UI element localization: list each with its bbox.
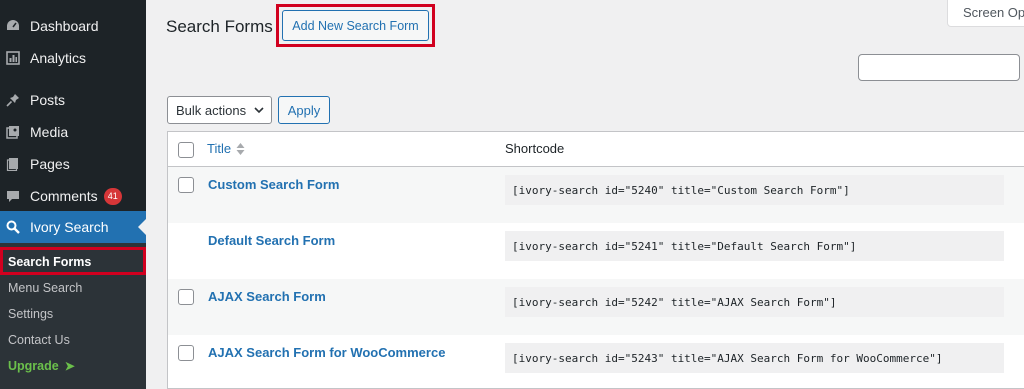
chevron-down-icon bbox=[254, 107, 264, 114]
search-forms-table: Title Shortcode Custom Search Form [ivor… bbox=[167, 131, 1024, 389]
sidebar-item-label: Analytics bbox=[30, 50, 87, 66]
table-row: Default Search Form [ivory-search id="52… bbox=[168, 223, 1024, 279]
shortcode-value: [ivory-search id="5242" title="AJAX Sear… bbox=[505, 287, 1004, 317]
submenu-item-label: Settings bbox=[8, 307, 54, 321]
sort-icon bbox=[236, 142, 245, 155]
sidebar-item-ivory-search[interactable]: Ivory Search bbox=[0, 211, 146, 243]
row-checkbox[interactable] bbox=[178, 345, 194, 361]
select-all-checkbox[interactable] bbox=[178, 142, 194, 158]
submenu-item-contact-us[interactable]: Contact Us bbox=[0, 327, 146, 353]
sidebar-item-analytics[interactable]: Analytics bbox=[0, 42, 146, 74]
search-icon bbox=[6, 220, 20, 234]
screen-options-button[interactable]: Screen Opt bbox=[947, 0, 1024, 27]
search-form-title-link[interactable]: AJAX Search Form bbox=[208, 289, 326, 304]
sidebar-item-dashboard[interactable]: Dashboard bbox=[0, 10, 146, 42]
row-checkbox[interactable] bbox=[178, 177, 194, 193]
comment-count-badge: 41 bbox=[103, 187, 122, 205]
table-row: Custom Search Form [ivory-search id="524… bbox=[168, 167, 1024, 223]
sidebar-item-label: Comments bbox=[30, 188, 98, 204]
submenu-item-label: Contact Us bbox=[8, 333, 70, 347]
pages-icon bbox=[6, 157, 20, 171]
dashboard-icon bbox=[6, 19, 20, 33]
bulk-actions-value: Bulk actions bbox=[176, 102, 247, 118]
sidebar-item-comments[interactable]: Comments 41 bbox=[0, 180, 146, 212]
table-header: Title Shortcode bbox=[168, 132, 1024, 167]
search-form-title-link[interactable]: AJAX Search Form for WooCommerce bbox=[208, 345, 445, 360]
sidebar-item-label: Dashboard bbox=[30, 18, 99, 34]
shortcode-value: [ivory-search id="5243" title="AJAX Sear… bbox=[505, 343, 1004, 373]
media-icon bbox=[6, 125, 20, 139]
submenu-item-upgrade[interactable]: Upgrade ➤ bbox=[0, 353, 146, 379]
submenu-item-menu-search[interactable]: Menu Search bbox=[0, 275, 146, 301]
shortcode-value: [ivory-search id="5240" title="Custom Se… bbox=[505, 175, 1004, 205]
active-indicator bbox=[138, 219, 146, 235]
submenu-item-settings[interactable]: Settings bbox=[0, 301, 146, 327]
search-form-title-link[interactable]: Custom Search Form bbox=[208, 177, 339, 192]
sidebar-item-label: Ivory Search bbox=[30, 219, 109, 235]
pin-icon bbox=[6, 93, 20, 107]
shortcode-value: [ivory-search id="5241" title="Default S… bbox=[505, 231, 1004, 261]
table-row: AJAX Search Form [ivory-search id="5242"… bbox=[168, 279, 1024, 335]
sidebar-item-label: Pages bbox=[30, 156, 70, 172]
search-input[interactable] bbox=[858, 54, 1020, 81]
sidebar-item-label: Posts bbox=[30, 92, 66, 108]
search-form-title-link[interactable]: Default Search Form bbox=[208, 233, 335, 248]
title-column-header[interactable]: Title bbox=[207, 141, 245, 156]
apply-button[interactable]: Apply bbox=[278, 96, 330, 124]
comment-icon bbox=[6, 189, 20, 203]
column-label: Title bbox=[207, 141, 232, 156]
arrow-right-icon: ➤ bbox=[64, 359, 75, 373]
sidebar-item-pages[interactable]: Pages bbox=[0, 148, 146, 180]
page-title: Search Forms bbox=[166, 17, 273, 36]
sidebar-item-posts[interactable]: Posts bbox=[0, 84, 146, 116]
add-new-search-form-button[interactable]: Add New Search Form bbox=[282, 10, 429, 41]
bulk-actions-select[interactable]: Bulk actions bbox=[167, 96, 272, 124]
admin-sidebar: Dashboard Analytics Posts Media Pages Co… bbox=[0, 0, 146, 389]
submenu-item-label: Upgrade bbox=[8, 359, 59, 373]
table-row: AJAX Search Form for WooCommerce [ivory-… bbox=[168, 335, 1024, 389]
analytics-icon bbox=[6, 51, 20, 65]
submenu-item-label: Menu Search bbox=[8, 281, 83, 295]
row-checkbox[interactable] bbox=[178, 289, 194, 305]
highlight-box bbox=[0, 247, 146, 275]
shortcode-column-header: Shortcode bbox=[505, 141, 565, 156]
sidebar-item-label: Media bbox=[30, 124, 69, 140]
sidebar-item-media[interactable]: Media bbox=[0, 116, 146, 148]
